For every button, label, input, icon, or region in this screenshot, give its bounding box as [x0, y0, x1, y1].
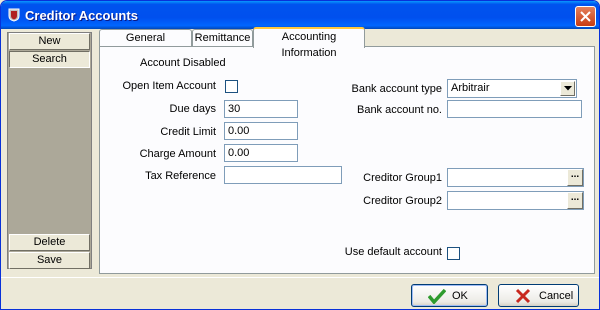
creditor-group1-field[interactable]: ... — [447, 168, 584, 187]
group1-lookup-button[interactable]: ... — [567, 169, 583, 186]
credit-limit-field[interactable]: 0.00 — [224, 122, 298, 140]
close-icon — [580, 11, 591, 22]
due-days-field[interactable]: 30 — [224, 100, 298, 118]
creditor-group1-label: Creditor Group1 — [363, 172, 442, 184]
tax-reference-field[interactable] — [224, 166, 342, 184]
due-days-label: Due days — [169, 103, 216, 115]
use-default-account-checkbox[interactable] — [447, 247, 460, 260]
credit-limit-label: Credit Limit — [160, 126, 216, 138]
bank-account-type-label: Bank account type — [351, 83, 442, 95]
cancel-button[interactable]: Cancel — [498, 284, 579, 307]
title-bar[interactable]: Creditor Accounts — [1, 1, 599, 29]
tab-general-information[interactable]: General Information — [99, 29, 192, 60]
open-item-account-checkbox[interactable] — [225, 80, 238, 93]
search-button[interactable]: Search — [9, 51, 90, 68]
delete-button[interactable]: Delete — [9, 234, 90, 251]
bank-account-no-label: Bank account no. — [356, 104, 442, 116]
cancel-label: Cancel — [539, 290, 574, 302]
bank-account-type-value: Arbitrair — [451, 82, 490, 94]
ok-label: OK — [452, 290, 468, 302]
group2-lookup-button[interactable]: ... — [567, 192, 583, 209]
new-button[interactable]: New — [9, 33, 90, 50]
use-default-account-label: Use default account — [344, 246, 442, 258]
creditor-group2-field[interactable]: ... — [447, 191, 584, 210]
accounting-information-panel: Account Disabled Open Item Account Due d… — [99, 46, 595, 274]
checkmark-icon — [428, 288, 446, 304]
app-icon — [8, 8, 20, 22]
tab-accounting-information[interactable]: Accounting Information — [253, 27, 365, 59]
tab-remittance[interactable]: Remittance — [192, 29, 253, 47]
tax-reference-label: Tax Reference — [145, 170, 216, 182]
dropdown-arrow[interactable] — [560, 81, 575, 96]
charge-amount-label: Charge Amount — [139, 148, 216, 160]
save-button[interactable]: Save — [9, 252, 90, 269]
chevron-down-icon — [564, 86, 572, 91]
open-item-account-label: Open Item Account — [122, 80, 216, 92]
close-button[interactable] — [575, 6, 596, 27]
creditor-accounts-window: Creditor Accounts New Search Delete Save… — [0, 0, 600, 310]
account-disabled-label: Account Disabled — [140, 57, 226, 69]
sidebar: New Search Delete Save — [7, 32, 92, 269]
creditor-group2-label: Creditor Group2 — [363, 195, 442, 207]
bank-account-type-select[interactable]: Arbitrair — [447, 79, 577, 98]
cancel-x-icon — [515, 288, 531, 304]
charge-amount-field[interactable]: 0.00 — [224, 144, 298, 162]
window-title: Creditor Accounts — [25, 8, 138, 23]
ok-button[interactable]: OK — [411, 284, 488, 307]
bank-account-no-field[interactable] — [447, 100, 582, 118]
